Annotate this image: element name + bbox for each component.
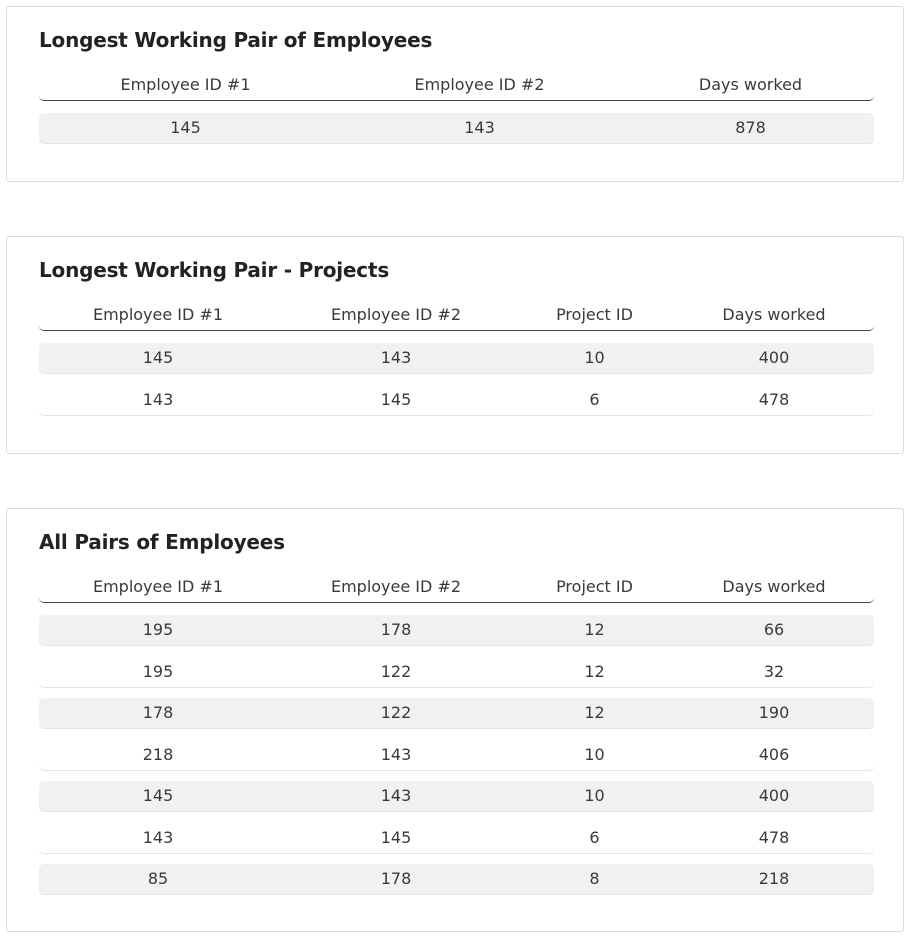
cell-project-id: 6 — [589, 827, 600, 847]
cell-employee-1: 85 — [147, 869, 169, 888]
cell-employee-2: 145 — [380, 389, 412, 409]
cell-days-worked: 878 — [735, 118, 766, 137]
cell-days-worked: 190 — [758, 703, 790, 722]
all-pairs-table: Employee ID #1 Employee ID #2 Project ID… — [39, 577, 874, 906]
cell-project-id: 12 — [584, 620, 605, 639]
cell-project-id: 10 — [584, 786, 605, 805]
cell-employee-2: 122 — [380, 661, 412, 681]
cell-days-worked: 478 — [758, 827, 790, 847]
cell-employee-1: 143 — [142, 827, 174, 847]
column-header-employee-1: Employee ID #1 — [120, 75, 251, 94]
longest-pair-card: Longest Working Pair of Employees Employ… — [6, 6, 904, 182]
table-row: 145 143 10 400 — [39, 781, 874, 811]
cell-days-worked: 218 — [758, 869, 790, 888]
cell-days-worked: 406 — [758, 744, 790, 764]
cell-employee-2: 178 — [380, 869, 412, 888]
cell-employee-1: 145 — [142, 786, 174, 805]
table-row: 145 143 878 — [39, 113, 874, 143]
longest-pair-table: Employee ID #1 Employee ID #2 Days worke… — [39, 75, 874, 155]
longest-pair-projects-card: Longest Working Pair - Projects Employee… — [6, 236, 904, 454]
column-header-days-worked: Days worked — [698, 75, 803, 94]
table-row: 218 143 10 406 — [39, 740, 874, 770]
column-header-employee-2: Employee ID #2 — [330, 305, 462, 324]
cell-employee-2: 143 — [380, 744, 412, 764]
column-header-project-id: Project ID — [556, 305, 633, 324]
column-header-employee-1: Employee ID #1 — [92, 305, 224, 324]
cell-employee-2: 143 — [380, 786, 412, 805]
cell-employee-1: 178 — [142, 703, 174, 722]
cell-project-id: 10 — [584, 744, 605, 764]
table-row: 195 122 12 32 — [39, 657, 874, 687]
cell-days-worked: 400 — [758, 786, 790, 805]
table-header: Employee ID #1 Employee ID #2 Days worke… — [39, 75, 874, 101]
cell-project-id: 6 — [589, 389, 600, 409]
cell-employee-2: 143 — [380, 348, 412, 367]
longest-pair-projects-title: Longest Working Pair - Projects — [39, 258, 390, 282]
table-row: 85 178 8 218 — [39, 864, 874, 894]
cell-days-worked: 400 — [758, 348, 790, 367]
cell-employee-1: 195 — [142, 620, 174, 639]
column-header-employee-1: Employee ID #1 — [92, 577, 224, 596]
table-header: Employee ID #1 Employee ID #2 Project ID… — [39, 577, 874, 603]
cell-employee-1: 145 — [142, 348, 174, 367]
table-row: 145 143 10 400 — [39, 343, 874, 373]
table-body: 195 178 12 66 195 122 12 32 178 122 12 1… — [39, 615, 874, 894]
cell-project-id: 12 — [584, 703, 605, 722]
cell-employee-1: 143 — [142, 389, 174, 409]
column-header-days-worked: Days worked — [722, 305, 826, 324]
cell-project-id: 12 — [584, 661, 605, 681]
cell-days-worked: 478 — [758, 389, 790, 409]
cell-employee-1: 145 — [170, 118, 201, 137]
cell-employee-1: 218 — [142, 744, 174, 764]
table-body: 145 143 878 — [39, 113, 874, 143]
cell-employee-2: 122 — [380, 703, 412, 722]
cell-project-id: 8 — [589, 869, 600, 888]
table-body: 145 143 10 400 143 145 6 478 — [39, 343, 874, 415]
all-pairs-card: All Pairs of Employees Employee ID #1 Em… — [6, 508, 904, 932]
column-header-employee-2: Employee ID #2 — [330, 577, 462, 596]
cell-days-worked: 32 — [763, 661, 785, 681]
cell-employee-1: 195 — [142, 661, 174, 681]
cell-employee-2: 145 — [380, 827, 412, 847]
column-header-days-worked: Days worked — [722, 577, 826, 596]
longest-pair-projects-table: Employee ID #1 Employee ID #2 Project ID… — [39, 305, 874, 426]
table-row: 178 122 12 190 — [39, 698, 874, 728]
cell-project-id: 10 — [584, 348, 605, 367]
column-header-employee-2: Employee ID #2 — [414, 75, 545, 94]
table-header: Employee ID #1 Employee ID #2 Project ID… — [39, 305, 874, 331]
table-row: 143 145 6 478 — [39, 385, 874, 415]
cell-days-worked: 66 — [763, 620, 785, 639]
longest-pair-title: Longest Working Pair of Employees — [39, 28, 433, 52]
table-row: 195 178 12 66 — [39, 615, 874, 645]
cell-employee-2: 143 — [464, 118, 495, 137]
column-header-project-id: Project ID — [556, 577, 633, 596]
cell-employee-2: 178 — [380, 620, 412, 639]
all-pairs-title: All Pairs of Employees — [39, 530, 285, 554]
table-row: 143 145 6 478 — [39, 823, 874, 853]
